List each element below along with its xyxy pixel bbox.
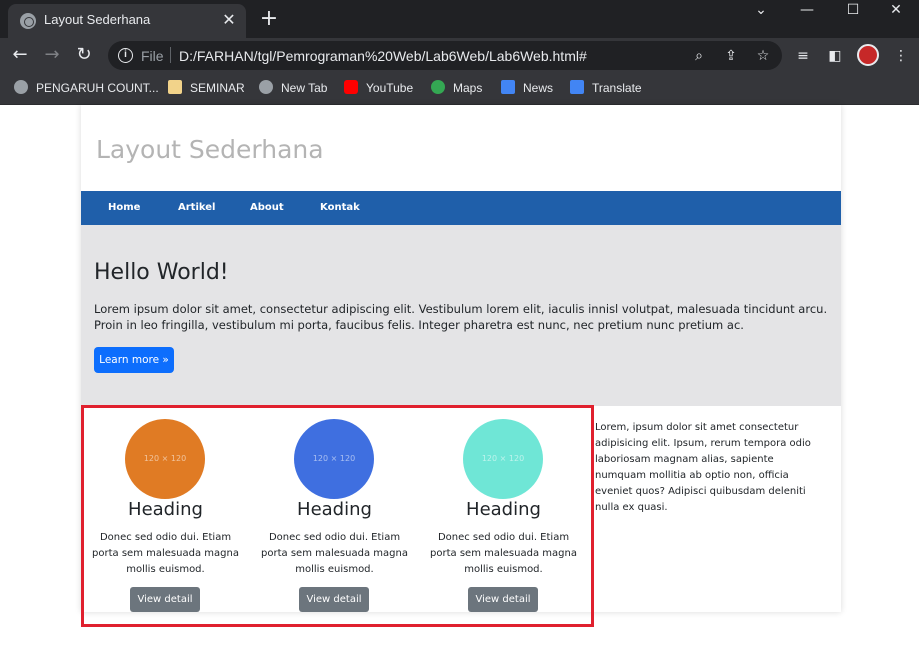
new-tab-button[interactable]: + — [258, 8, 280, 30]
globe-icon — [259, 80, 273, 94]
avatar[interactable] — [857, 44, 879, 66]
tab-title: Layout Sederhana — [44, 12, 151, 27]
back-arrow-icon[interactable]: ← — [8, 44, 32, 68]
globe-icon — [20, 13, 36, 29]
menu-icon[interactable]: ⋮ — [891, 46, 911, 66]
hero-text: Lorem ipsum dolor sit amet, consectetur … — [94, 302, 828, 332]
url-text[interactable]: D:/FARHAN/tgl/Pemrograman%20Web/Lab6Web/… — [179, 48, 587, 64]
nav-artikel[interactable]: Artikel — [178, 202, 215, 213]
globe-icon — [14, 80, 28, 94]
address-bar[interactable]: i File D:/FARHAN/tgl/Pemrograman%20Web/L… — [108, 41, 782, 70]
maps-icon — [431, 80, 445, 94]
news-icon — [501, 80, 515, 94]
youtube-icon — [344, 80, 358, 94]
bookmark-translate[interactable]: Translate — [570, 80, 642, 96]
minimize-button[interactable]: — — [784, 0, 830, 20]
bookmark-pengaruh[interactable]: PENGARUH COUNT... — [14, 80, 159, 96]
close-icon[interactable]: ✕ — [220, 11, 238, 29]
chevron-down-icon[interactable]: ⌄ — [738, 0, 784, 20]
nav-kontak[interactable]: Kontak — [320, 202, 360, 213]
forward-arrow-icon[interactable]: → — [40, 44, 64, 68]
browser-toolbar: ← → ↻ i File D:/FARHAN/tgl/Pemrograman%2… — [0, 38, 919, 72]
nav-home[interactable]: Home — [108, 202, 140, 213]
bookmark-news[interactable]: News — [501, 80, 553, 96]
folder-icon — [168, 80, 182, 94]
url-divider — [170, 47, 171, 63]
hero-heading: Hello World! — [94, 260, 229, 285]
reading-list-icon[interactable]: ≡ — [793, 46, 813, 66]
bookmark-youtube[interactable]: YouTube — [344, 80, 413, 96]
bookmark-maps[interactable]: Maps — [431, 80, 482, 96]
hero-section: Hello World! Lorem ipsum dolor sit amet,… — [81, 225, 841, 406]
info-icon[interactable]: i — [118, 48, 133, 63]
highlight-box — [81, 405, 594, 627]
bookmarks-bar: PENGARUH COUNT... SEMINAR New Tab YouTub… — [0, 72, 919, 105]
bookmark-new-tab[interactable]: New Tab — [259, 80, 327, 96]
nav-about[interactable]: About — [250, 202, 284, 213]
site-navbar: Home Artikel About Kontak — [81, 191, 841, 225]
site-title: Layout Sederhana — [96, 135, 324, 164]
translate-icon — [570, 80, 584, 94]
reload-icon[interactable]: ↻ — [72, 44, 96, 68]
close-window-button[interactable]: ✕ — [873, 0, 919, 20]
active-tab[interactable]: Layout Sederhana ✕ — [8, 4, 246, 38]
star-icon[interactable]: ☆ — [754, 47, 772, 65]
tab-strip: Layout Sederhana ✕ + ⌄ — ☐ ✕ — [0, 0, 919, 38]
side-panel-icon[interactable]: ◧ — [825, 46, 845, 66]
share-icon[interactable]: ⇪ — [722, 47, 740, 65]
bookmark-seminar[interactable]: SEMINAR — [168, 80, 245, 96]
sidebar-text: Lorem, ipsum dolor sit amet consectetur … — [595, 422, 811, 513]
maximize-button[interactable]: ☐ — [830, 0, 876, 20]
url-scheme: File — [141, 48, 164, 64]
learn-more-button[interactable]: Learn more » — [94, 347, 174, 373]
zoom-icon[interactable]: ⌕ — [690, 47, 708, 65]
